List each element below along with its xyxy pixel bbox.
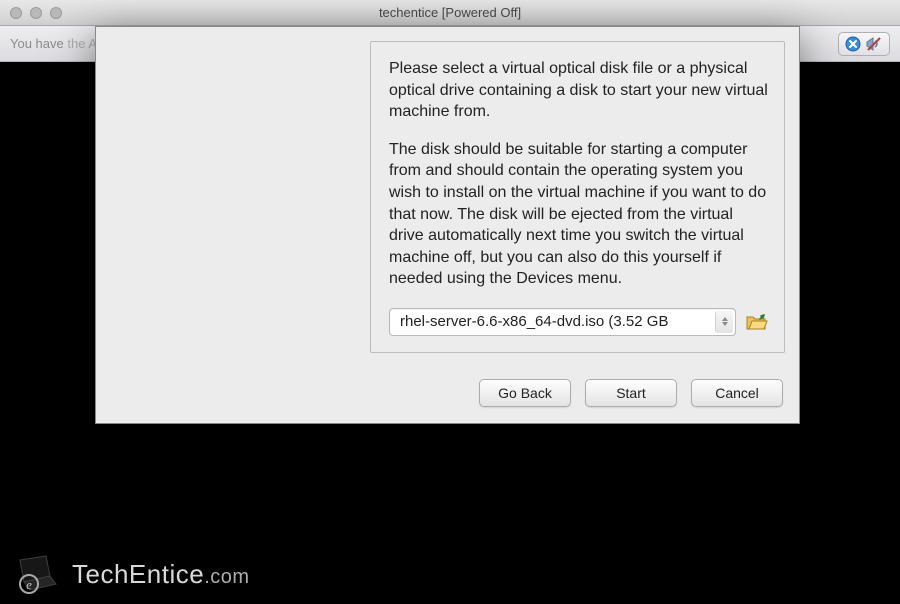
disk-selector-row: rhel-server-6.6-x86_64-dvd.iso (3.52 GB bbox=[389, 308, 768, 336]
dialog-paragraph-1: Please select a virtual optical disk fil… bbox=[389, 58, 768, 123]
minimize-window-button[interactable] bbox=[30, 7, 42, 19]
zoom-window-button[interactable] bbox=[50, 7, 62, 19]
window-title: techentice [Powered Off] bbox=[0, 5, 900, 20]
close-window-button[interactable] bbox=[10, 7, 22, 19]
svg-text:e: e bbox=[26, 577, 32, 592]
combobox-stepper-icon bbox=[715, 311, 733, 333]
start-button[interactable]: Start bbox=[585, 379, 677, 407]
go-back-button[interactable]: Go Back bbox=[479, 379, 571, 407]
startup-disk-dialog: Please select a virtual optical disk fil… bbox=[95, 26, 800, 424]
browse-disk-button[interactable] bbox=[746, 312, 768, 332]
watermark-tld: .com bbox=[204, 566, 249, 588]
dismiss-notification-icon[interactable] bbox=[845, 36, 861, 52]
notification-actions bbox=[838, 32, 890, 56]
traffic-lights bbox=[0, 7, 62, 19]
dialog-content: Please select a virtual optical disk fil… bbox=[370, 41, 785, 353]
cancel-button[interactable]: Cancel bbox=[691, 379, 783, 407]
techentice-logo-icon: e bbox=[16, 554, 62, 594]
techentice-watermark: e TechEntice.com bbox=[16, 554, 250, 594]
dialog-button-row: Go Back Start Cancel bbox=[96, 365, 799, 423]
disk-combobox-value: rhel-server-6.6-x86_64-dvd.iso (3.52 GB bbox=[400, 313, 715, 330]
techentice-logo-text: TechEntice.com bbox=[72, 559, 250, 590]
watermark-brand: TechEntice bbox=[72, 559, 204, 589]
notification-lead: You have bbox=[10, 36, 64, 51]
suppress-notification-icon[interactable] bbox=[865, 36, 883, 52]
disk-combobox[interactable]: rhel-server-6.6-x86_64-dvd.iso (3.52 GB bbox=[389, 308, 736, 336]
folder-icon bbox=[746, 313, 768, 331]
dialog-paragraph-2: The disk should be suitable for starting… bbox=[389, 139, 768, 290]
window-titlebar: techentice [Powered Off] bbox=[0, 0, 900, 26]
